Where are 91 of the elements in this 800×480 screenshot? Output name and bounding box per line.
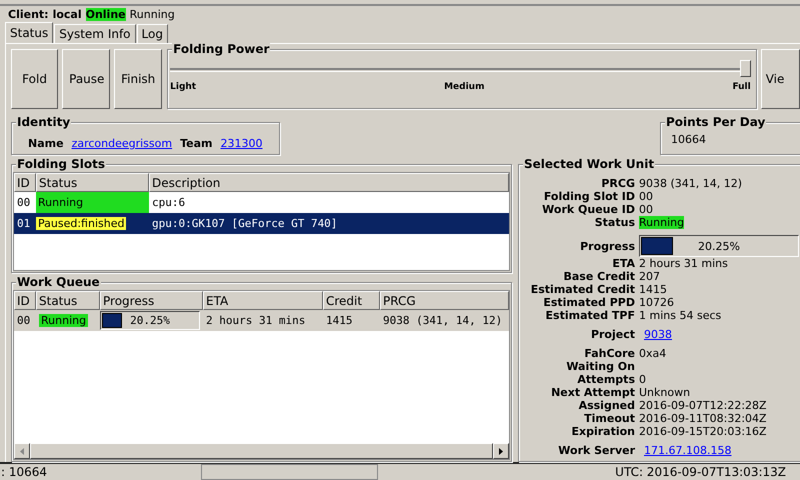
- field-label: Estimated PPD: [542, 296, 635, 309]
- field-label: PRCG: [600, 177, 635, 190]
- column-header[interactable]: ID: [14, 173, 36, 192]
- field-label: Expiration: [570, 425, 635, 438]
- client-label: Client:: [8, 8, 49, 20]
- status-value: Running: [639, 216, 684, 229]
- field-label: Work Server: [557, 444, 635, 457]
- field-value: 0xa4: [639, 347, 666, 360]
- points-value: 10664: [671, 133, 706, 146]
- field-value: 1 mins 54 secs: [639, 309, 722, 322]
- table-cell-text: 01: [16, 217, 32, 230]
- field-link[interactable]: 9038: [644, 328, 672, 341]
- group-title: Folding Slots: [16, 157, 106, 171]
- field-value: 207: [639, 270, 660, 283]
- field-label: Estimated TPF: [544, 309, 635, 322]
- field-label: Timeout: [583, 412, 635, 425]
- column-header[interactable]: Status: [36, 291, 100, 310]
- column-header[interactable]: Progress: [100, 291, 203, 310]
- tab[interactable]: Status: [5, 22, 54, 43]
- field-label: FahCore: [583, 347, 635, 360]
- horizontal-scrollbar[interactable]: [14, 442, 509, 459]
- tab[interactable]: Log: [136, 24, 168, 43]
- tick-label: Full: [732, 82, 751, 92]
- field-value: 00: [639, 203, 653, 216]
- right-arrow-icon[interactable]: [499, 448, 503, 454]
- action-button[interactable]: Pause: [62, 49, 110, 109]
- table-cell-text: 1415: [325, 314, 354, 327]
- action-button[interactable]: Fold: [11, 49, 58, 109]
- table-cell-text: 00: [16, 196, 32, 209]
- field-value: 0: [639, 373, 646, 386]
- column-header[interactable]: ID: [14, 291, 36, 310]
- tab[interactable]: System Info: [54, 24, 136, 43]
- progress-bar: 20.25%: [639, 235, 799, 257]
- field-label: ETA: [611, 257, 635, 270]
- field-value: 00: [639, 190, 653, 203]
- group-title: Points Per Day: [665, 115, 766, 129]
- action-button[interactable]: Finish: [114, 49, 162, 109]
- group-title: Identity: [16, 115, 72, 129]
- field-value: 1415: [639, 283, 667, 296]
- field-label: Estimated Credit: [530, 283, 635, 296]
- table-cell-text: cpu:6: [151, 196, 186, 209]
- column-header[interactable]: ETA: [203, 291, 323, 310]
- group-title: Work Queue: [16, 275, 101, 289]
- field-label: Project: [590, 328, 635, 341]
- status-points: : 10664: [1, 465, 48, 479]
- slider-track[interactable]: [170, 60, 751, 78]
- field-value: 2016-09-11T08:32:04Z: [639, 412, 767, 425]
- field-value: 2016-09-15T20:03:16Z: [639, 425, 767, 438]
- slider-thumb[interactable]: [740, 60, 751, 77]
- progress-bar: 20.25%: [100, 311, 200, 330]
- field-link[interactable]: 171.67.108.158: [644, 444, 732, 457]
- client-name: local: [52, 8, 82, 20]
- table-cell-text: 9038 (341, 14, 12): [382, 314, 504, 327]
- field-label: Waiting On: [565, 360, 635, 373]
- name-label: Name: [28, 137, 64, 150]
- client-state: Running: [130, 8, 175, 20]
- field-value: 10726: [639, 296, 674, 309]
- field-label: Assigned: [578, 399, 635, 412]
- column-header[interactable]: Description: [149, 173, 509, 192]
- field-label: Progress: [579, 240, 635, 252]
- table-cell-text: 00: [16, 314, 32, 327]
- view-button[interactable]: Vie: [760, 49, 800, 109]
- field-value: Unknown: [639, 386, 690, 399]
- group-title: Folding Power: [172, 42, 270, 56]
- column-header[interactable]: Credit: [323, 291, 380, 310]
- field-value: 2 hours 31 mins: [639, 257, 728, 270]
- name-link[interactable]: zarcondeegrissom: [72, 137, 172, 150]
- status-cell: Paused:finished: [36, 217, 126, 230]
- slot-row[interactable]: 01 Paused:finished gpu:0:GK107 [GeForce GT 740]: [14, 213, 509, 234]
- table-cell-text: 2 hours 31 mins: [205, 314, 306, 327]
- status-cell: Running: [39, 314, 88, 327]
- field-label: Attempts: [576, 373, 635, 386]
- group-title: Selected Work Unit: [523, 157, 656, 171]
- column-header[interactable]: Status: [36, 173, 149, 192]
- team-link[interactable]: 231300: [220, 137, 262, 150]
- table-cell-text: gpu:0:GK107 [GeForce GT 740]: [151, 217, 338, 230]
- tick-label: Medium: [444, 82, 484, 92]
- field-value: 9038 (341, 14, 12): [639, 177, 742, 190]
- status-utc: UTC: 2016-09-07T13:03:13Z: [615, 465, 786, 479]
- field-value: 2016-09-07T12:22:28Z: [639, 399, 767, 412]
- field-label: Next Attempt: [550, 386, 635, 399]
- status-cell: Running: [36, 192, 149, 213]
- field-label: Base Credit: [562, 270, 635, 283]
- field-label: Folding Slot ID: [542, 190, 635, 203]
- team-label: Team: [180, 137, 212, 150]
- queue-row[interactable]: 00 Running 20.25% 2 hours 31 mins 1415 9038 (341, 14, 12): [14, 310, 509, 331]
- field-label: Status: [594, 216, 635, 229]
- field-label: Work Queue ID: [541, 203, 635, 216]
- tick-label: Light: [170, 82, 196, 92]
- column-header[interactable]: PRCG: [380, 291, 509, 310]
- connection-status: Online: [86, 8, 126, 20]
